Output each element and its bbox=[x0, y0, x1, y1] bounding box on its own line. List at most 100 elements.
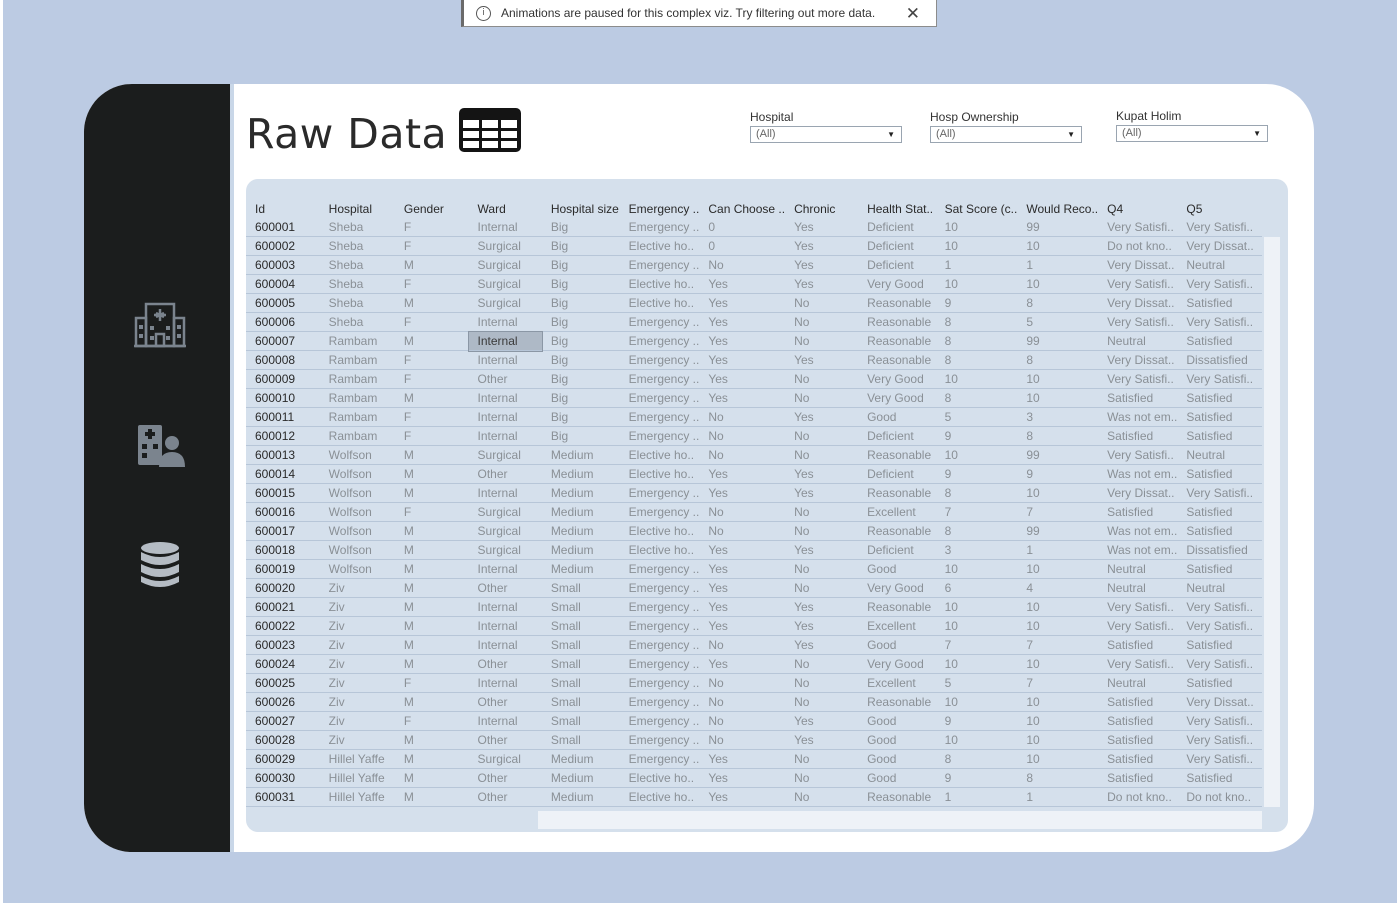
table-cell[interactable]: M bbox=[394, 787, 469, 807]
table-cell[interactable]: Very Good bbox=[858, 274, 936, 294]
table-cell[interactable]: Emergency .. bbox=[619, 730, 700, 750]
table-row[interactable]: 600031 Hillel Yaffe M Other Medium Elective h… bbox=[246, 787, 1262, 807]
table-cell[interactable]: Reasonable bbox=[858, 787, 936, 807]
table-cell[interactable]: Yes bbox=[699, 616, 786, 636]
table-cell[interactable]: Neutral bbox=[1177, 445, 1262, 465]
table-cell[interactable]: Neutral bbox=[1098, 559, 1178, 579]
table-cell[interactable]: Sheba bbox=[319, 312, 395, 332]
table-cell[interactable]: Big bbox=[541, 350, 620, 370]
table-cell[interactable]: Emergency .. bbox=[619, 673, 700, 693]
table-cell[interactable]: Yes bbox=[699, 787, 786, 807]
table-cell[interactable]: 600014 bbox=[246, 464, 320, 484]
table-cell[interactable]: Yes bbox=[785, 597, 859, 617]
table-cell[interactable]: 10 bbox=[1017, 483, 1099, 503]
table-cell[interactable]: Emergency .. bbox=[619, 407, 700, 427]
table-cell[interactable]: 10 bbox=[1017, 692, 1099, 712]
table-cell[interactable]: Satisfied bbox=[1177, 464, 1262, 484]
table-cell[interactable]: Yes bbox=[699, 483, 786, 503]
table-cell[interactable]: M bbox=[394, 768, 469, 788]
table-cell[interactable]: Satisfied bbox=[1177, 559, 1262, 579]
table-cell[interactable]: 600022 bbox=[246, 616, 320, 636]
table-cell[interactable]: Satisfied bbox=[1098, 426, 1178, 446]
table-cell[interactable]: Was not em.. bbox=[1098, 464, 1178, 484]
table-cell[interactable]: Emergency .. bbox=[619, 692, 700, 712]
column-header[interactable]: Chronic bbox=[785, 199, 859, 218]
table-cell[interactable]: Hillel Yaffe bbox=[319, 749, 395, 769]
table-cell[interactable]: Big bbox=[541, 369, 620, 389]
table-cell[interactable]: No bbox=[785, 692, 859, 712]
table-row[interactable]: 600001 Sheba F Internal Big Emergency .. 0 Yes D… bbox=[246, 218, 1262, 237]
table-cell[interactable]: 600025 bbox=[246, 673, 320, 693]
table-cell[interactable]: 7 bbox=[1017, 502, 1099, 522]
table-cell[interactable]: 99 bbox=[1017, 521, 1099, 541]
column-header[interactable]: Ward bbox=[468, 199, 542, 218]
table-cell[interactable]: Elective ho.. bbox=[619, 464, 700, 484]
table-cell[interactable]: Very Satisfi.. bbox=[1177, 597, 1262, 617]
table-cell[interactable]: 9 bbox=[1017, 464, 1099, 484]
table-cell[interactable]: Satisfied bbox=[1177, 407, 1262, 427]
table-row[interactable]: 600004 Sheba F Surgical Big Elective ho.. Yes Y… bbox=[246, 274, 1262, 294]
column-header[interactable]: Q5 bbox=[1177, 199, 1262, 218]
table-cell[interactable]: Satisfied bbox=[1177, 426, 1262, 446]
table-cell[interactable]: M bbox=[394, 331, 469, 351]
table-cell[interactable]: Medium bbox=[541, 559, 620, 579]
table-cell[interactable]: Sheba bbox=[319, 274, 395, 294]
table-cell[interactable]: Reasonable bbox=[858, 445, 936, 465]
table-cell[interactable]: Was not em.. bbox=[1098, 407, 1178, 427]
table-cell[interactable]: 9 bbox=[935, 293, 1018, 313]
table-cell[interactable]: Big bbox=[541, 274, 620, 294]
table-cell[interactable]: Very Satisfi.. bbox=[1177, 654, 1262, 674]
table-cell[interactable]: Good bbox=[858, 407, 936, 427]
table-cell[interactable]: Yes bbox=[699, 369, 786, 389]
table-row[interactable]: 600009 Rambam F Other Big Emergency .. Yes No Ve… bbox=[246, 369, 1262, 389]
table-cell[interactable]: F bbox=[394, 236, 469, 256]
table-cell[interactable]: Elective ho.. bbox=[619, 236, 700, 256]
table-cell[interactable]: 8 bbox=[1017, 426, 1099, 446]
table-cell[interactable]: M bbox=[394, 464, 469, 484]
table-cell[interactable]: M bbox=[394, 255, 469, 275]
table-cell[interactable]: No bbox=[785, 293, 859, 313]
table-cell[interactable]: 600015 bbox=[246, 483, 320, 503]
table-cell[interactable]: Yes bbox=[699, 388, 786, 408]
table-cell[interactable]: 10 bbox=[935, 692, 1018, 712]
table-cell[interactable]: 1 bbox=[1017, 540, 1099, 560]
table-cell[interactable]: Wolfson bbox=[319, 559, 395, 579]
table-cell[interactable]: Ziv bbox=[319, 616, 395, 636]
close-icon[interactable]: ✕ bbox=[906, 5, 920, 22]
table-cell[interactable]: Emergency .. bbox=[619, 369, 700, 389]
table-cell[interactable]: M bbox=[394, 559, 469, 579]
table-cell[interactable]: Small bbox=[541, 711, 620, 731]
table-cell[interactable]: Deficient bbox=[858, 464, 936, 484]
table-cell[interactable]: Deficient bbox=[858, 540, 936, 560]
column-header[interactable]: Hospital bbox=[319, 199, 395, 218]
table-cell[interactable]: 8 bbox=[935, 388, 1018, 408]
table-cell[interactable]: Medium bbox=[541, 445, 620, 465]
table-row[interactable]: 600003 Sheba M Surgical Big Emergency .. No Yes… bbox=[246, 255, 1262, 275]
table-cell[interactable]: Wolfson bbox=[319, 483, 395, 503]
table-cell[interactable]: Yes bbox=[699, 331, 786, 351]
table-cell[interactable]: Medium bbox=[541, 768, 620, 788]
table-cell[interactable]: Do not kno.. bbox=[1098, 787, 1178, 807]
table-cell[interactable]: M bbox=[394, 293, 469, 313]
table-cell[interactable]: Hillel Yaffe bbox=[319, 768, 395, 788]
table-cell[interactable]: Yes bbox=[699, 654, 786, 674]
table-cell[interactable]: Very Satisfi.. bbox=[1177, 274, 1262, 294]
table-cell[interactable]: Very Dissat.. bbox=[1098, 255, 1178, 275]
table-cell[interactable]: Wolfson bbox=[319, 445, 395, 465]
table-cell[interactable]: Good bbox=[858, 559, 936, 579]
table-cell[interactable]: No bbox=[785, 578, 859, 598]
table-cell[interactable]: No bbox=[785, 426, 859, 446]
table-cell[interactable]: 600030 bbox=[246, 768, 320, 788]
table-cell[interactable]: No bbox=[785, 768, 859, 788]
table-cell[interactable]: Emergency .. bbox=[619, 559, 700, 579]
table-cell[interactable]: Was not em.. bbox=[1098, 521, 1178, 541]
table-cell[interactable]: Satisfied bbox=[1177, 635, 1262, 655]
table-cell[interactable]: 10 bbox=[1017, 654, 1099, 674]
table-cell[interactable]: Satisfied bbox=[1098, 730, 1178, 750]
table-cell[interactable]: Satisfied bbox=[1177, 502, 1262, 522]
table-cell[interactable]: Ziv bbox=[319, 597, 395, 617]
table-cell[interactable]: Yes bbox=[699, 312, 786, 332]
table-cell[interactable]: Dissatisfied bbox=[1177, 540, 1262, 560]
table-cell[interactable]: Small bbox=[541, 635, 620, 655]
table-cell[interactable]: Very Satisfi.. bbox=[1177, 711, 1262, 731]
